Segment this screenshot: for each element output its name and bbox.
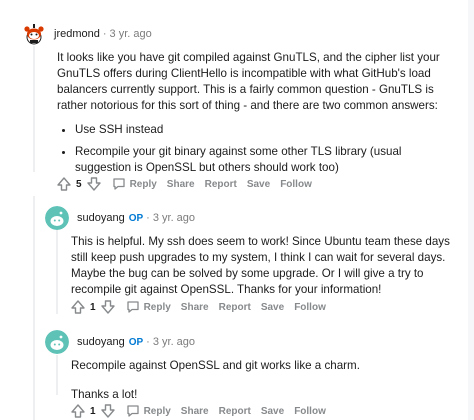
report-button[interactable]: Report <box>219 302 251 313</box>
comment-header: sudoyang OP · 3 yr. ago <box>45 330 465 354</box>
comment-thread: jredmond · 3 yr. ago It looks like you h… <box>0 0 474 420</box>
avatar[interactable] <box>45 330 69 354</box>
snoo-avatar-icon <box>45 206 69 230</box>
vote-count: 5 <box>76 178 82 190</box>
save-button[interactable]: Save <box>261 302 284 313</box>
avatar[interactable] <box>45 206 69 230</box>
comment-actions: 1 Reply Share Report Save Follow <box>70 297 326 317</box>
reply-button[interactable]: Reply <box>126 300 171 314</box>
arrow-up-icon[interactable] <box>70 299 86 315</box>
snoo-avatar-icon <box>22 22 46 46</box>
separator-dot: · <box>102 28 107 40</box>
report-button[interactable]: Report <box>205 179 237 190</box>
share-button[interactable]: Share <box>181 302 209 313</box>
comment: jredmond · 3 yr. ago It looks like you h… <box>22 22 462 176</box>
username[interactable]: jredmond <box>54 28 100 40</box>
save-button[interactable]: Save <box>247 179 270 190</box>
username[interactable]: sudoyang <box>77 212 125 224</box>
reply-button[interactable]: Reply <box>112 177 157 191</box>
comment-header: sudoyang OP · 3 yr. ago <box>45 206 465 230</box>
vote-count: 1 <box>90 405 96 417</box>
comment-paragraph: Recompile against OpenSSL and git works … <box>71 359 360 372</box>
report-button[interactable]: Report <box>219 406 251 417</box>
reply-button[interactable]: Reply <box>126 404 171 418</box>
reply-label: Reply <box>143 405 171 417</box>
comment-bullet-list: Use SSH instead Recompile your git binar… <box>57 122 457 176</box>
snoo-avatar-icon <box>45 330 69 354</box>
comment-body: Recompile against OpenSSL and git works … <box>71 358 466 403</box>
avatar[interactable] <box>22 22 46 46</box>
op-badge: OP <box>128 336 144 348</box>
follow-button[interactable]: Follow <box>280 179 312 190</box>
save-button[interactable]: Save <box>261 406 284 417</box>
vote-count: 1 <box>90 301 96 313</box>
scrollbar-track[interactable] <box>468 0 474 420</box>
separator-dot: · <box>146 212 150 224</box>
arrow-down-icon[interactable] <box>100 403 116 419</box>
comment: sudoyang OP · 3 yr. ago This is helpful.… <box>45 206 465 298</box>
speech-bubble-icon <box>126 405 139 417</box>
comment-actions: 1 Reply Share Report Save Follow <box>70 401 326 420</box>
thread-line[interactable] <box>33 196 35 420</box>
timestamp[interactable]: 3 yr. ago <box>153 212 195 224</box>
follow-button[interactable]: Follow <box>294 302 326 313</box>
timestamp[interactable]: 3 yr. ago <box>153 336 195 348</box>
arrow-up-icon[interactable] <box>70 403 86 419</box>
arrow-up-icon[interactable] <box>56 176 72 192</box>
comment-paragraph: It looks like you have git compiled agai… <box>57 51 440 112</box>
comment-actions: 5 Reply Share Report Save Follow <box>56 174 312 194</box>
arrow-down-icon[interactable] <box>100 299 116 315</box>
share-button[interactable]: Share <box>167 179 195 190</box>
follow-button[interactable]: Follow <box>294 406 326 417</box>
reply-label: Reply <box>143 301 171 313</box>
arrow-down-icon[interactable] <box>86 176 102 192</box>
reply-label: Reply <box>129 178 157 190</box>
comment-paragraph: This is helpful. My ssh does seem to wor… <box>71 235 450 296</box>
share-button[interactable]: Share <box>181 406 209 417</box>
speech-bubble-icon <box>126 301 139 313</box>
comment-bullet: Recompile your git binary against some o… <box>75 144 457 176</box>
comment-body: This is helpful. My ssh does seem to wor… <box>71 234 466 298</box>
comment-bullet: Use SSH instead <box>75 122 457 138</box>
op-badge: OP <box>128 212 144 224</box>
comment: sudoyang OP · 3 yr. ago Recompile agains… <box>45 330 465 403</box>
separator-dot: · <box>146 336 150 348</box>
comment-header: jredmond · 3 yr. ago <box>22 22 462 46</box>
speech-bubble-icon <box>112 178 125 190</box>
timestamp[interactable]: 3 yr. ago <box>110 28 152 40</box>
username[interactable]: sudoyang <box>77 336 125 348</box>
comment-body: It looks like you have git compiled agai… <box>57 50 457 176</box>
